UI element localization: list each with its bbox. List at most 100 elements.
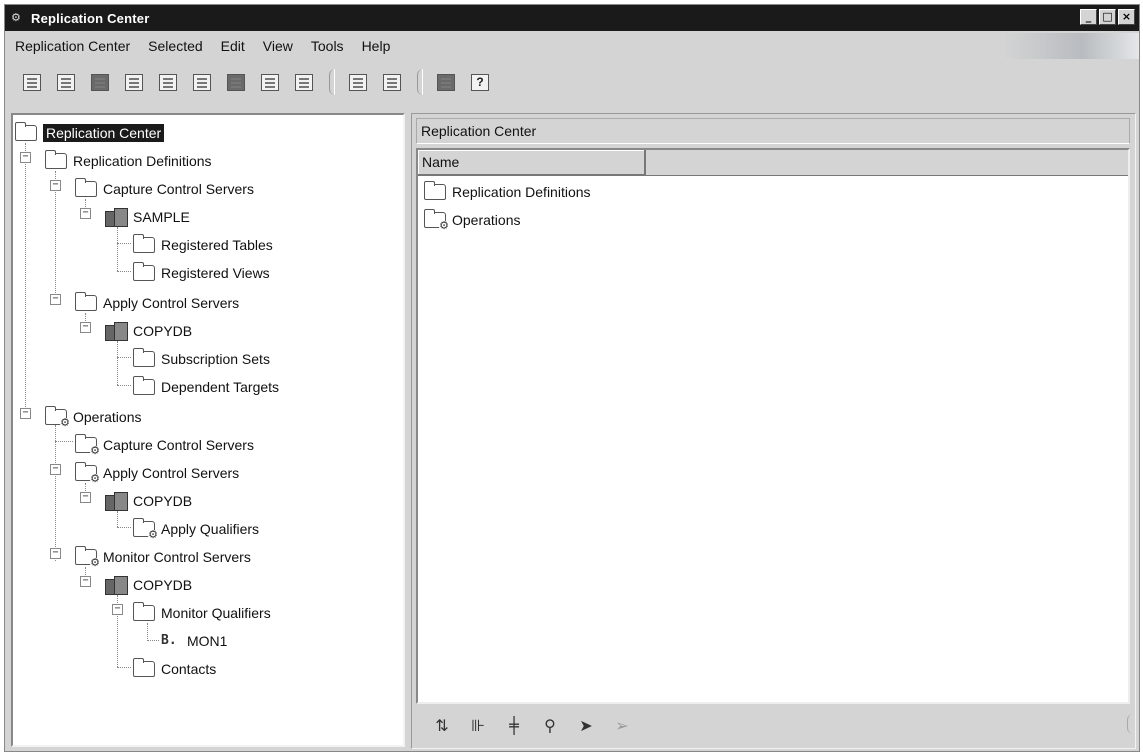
- tree-label: Monitor Control Servers: [103, 549, 251, 565]
- folder-gear-icon: [133, 518, 158, 541]
- collapse-toggle[interactable]: −: [80, 208, 91, 219]
- dialog-icon[interactable]: [291, 70, 317, 94]
- close-button[interactable]: ×: [1118, 9, 1135, 25]
- tree-label: Registered Views: [161, 265, 270, 281]
- monitor-icon[interactable]: [223, 70, 249, 94]
- tree-label: Contacts: [161, 661, 217, 677]
- tree-label: Capture Control Servers: [103, 437, 254, 453]
- tree-node[interactable]: SAMPLE: [105, 205, 190, 229]
- folder-gear-icon: [75, 462, 100, 485]
- tree-node[interactable]: Dependent Targets: [133, 375, 279, 399]
- monitor-qualifier-icon: B.: [161, 633, 177, 648]
- folder-gear-icon: [424, 209, 449, 232]
- column-header-name[interactable]: Name: [418, 150, 646, 175]
- title-bar[interactable]: ⚙ Replication Center _ □ ×: [5, 5, 1139, 31]
- collapse-toggle[interactable]: −: [80, 576, 91, 587]
- menu-replication-center[interactable]: Replication Center: [15, 38, 130, 54]
- tree-label: Subscription Sets: [161, 351, 270, 367]
- tree-node[interactable]: Apply Qualifiers: [133, 517, 259, 541]
- details-table[interactable]: Name Replication Definitions Operations: [416, 148, 1130, 704]
- filter-icon[interactable]: ⊪: [466, 714, 490, 738]
- tree-label: COPYDB: [133, 323, 193, 339]
- customize-columns-icon[interactable]: ╪: [502, 714, 526, 738]
- application-window: ⚙ Replication Center _ □ × Replication C…: [4, 4, 1140, 752]
- tree-label: Apply Control Servers: [103, 465, 240, 481]
- list-icon[interactable]: [189, 70, 215, 94]
- tree-node[interactable]: Registered Views: [133, 261, 270, 285]
- tree-node[interactable]: COPYDB: [105, 319, 192, 343]
- menu-tools[interactable]: Tools: [311, 38, 344, 54]
- folder-gear-icon: [75, 546, 100, 569]
- server-icon: [105, 492, 128, 511]
- tree-label: Replication Center: [43, 124, 165, 142]
- tree-label: Capture Control Servers: [103, 181, 254, 197]
- collapse-toggle[interactable]: −: [80, 492, 91, 503]
- tree-label: Dependent Targets: [161, 379, 280, 395]
- grid-left-icon[interactable]: [345, 70, 371, 94]
- collapse-toggle[interactable]: −: [20, 408, 31, 419]
- collapse-toggle[interactable]: −: [50, 464, 61, 475]
- help-icon[interactable]: ?: [467, 70, 493, 94]
- sort-icon[interactable]: ⇅: [430, 714, 454, 738]
- tree-node[interactable]: Contacts: [133, 657, 216, 681]
- menu-edit[interactable]: Edit: [221, 38, 245, 54]
- tree-node[interactable]: COPYDB: [105, 573, 192, 597]
- collapse-toggle[interactable]: −: [112, 604, 123, 615]
- menu-selected[interactable]: Selected: [148, 38, 202, 54]
- window-title: Replication Center: [31, 10, 150, 26]
- list-item-label: Operations: [452, 212, 521, 228]
- grid-right-icon[interactable]: [379, 70, 405, 94]
- collapse-toggle[interactable]: −: [50, 180, 61, 191]
- list-item[interactable]: Replication Definitions: [424, 180, 591, 204]
- app-icon: ⚙: [11, 12, 21, 24]
- folder-icon: [75, 292, 97, 311]
- collapse-toggle[interactable]: −: [50, 548, 61, 559]
- tree-node[interactable]: Apply Control Servers: [75, 461, 239, 485]
- details-pane: Replication Center Name Replication Defi…: [411, 113, 1136, 749]
- tree-label: Apply Control Servers: [103, 295, 240, 311]
- tree-node[interactable]: Monitor Control Servers: [75, 545, 251, 569]
- folder-icon: [133, 376, 155, 395]
- table-icon[interactable]: [155, 70, 181, 94]
- deselect-all-icon[interactable]: ➢: [610, 714, 634, 738]
- folder-icon: [15, 122, 37, 141]
- tree-label: SAMPLE: [133, 209, 190, 225]
- menu-view[interactable]: View: [263, 38, 293, 54]
- maximize-button[interactable]: □: [1099, 9, 1116, 25]
- object-tree[interactable]: − − − − − − − − − − − Replication Center…: [11, 113, 405, 747]
- collapse-toggle[interactable]: −: [20, 152, 31, 163]
- tree-node[interactable]: Operations: [45, 405, 141, 429]
- tree-label: Operations: [73, 409, 142, 425]
- tree-node[interactable]: Replication Definitions: [45, 149, 212, 173]
- tree-expand-icon[interactable]: [53, 70, 79, 94]
- server-icon: [105, 322, 128, 341]
- folder-icon: [45, 150, 67, 169]
- menu-help[interactable]: Help: [362, 38, 391, 54]
- pane-resize-handle[interactable]: [1127, 714, 1133, 734]
- tree-collapse-icon[interactable]: [19, 70, 45, 94]
- collapse-toggle[interactable]: −: [80, 322, 91, 333]
- tree-node[interactable]: Registered Tables: [133, 233, 273, 257]
- find-icon[interactable]: ⚲: [538, 714, 562, 738]
- clipboard-icon[interactable]: [121, 70, 147, 94]
- server-icon: [105, 576, 128, 595]
- launchpad-icon[interactable]: [87, 70, 113, 94]
- tree-root[interactable]: Replication Center: [15, 121, 165, 145]
- minimize-button[interactable]: _: [1080, 9, 1097, 25]
- tree-node[interactable]: Apply Control Servers: [75, 291, 239, 315]
- window-icon[interactable]: [257, 70, 283, 94]
- menu-bar: Replication Center Selected Edit View To…: [5, 33, 1139, 59]
- task-icon[interactable]: [433, 70, 459, 94]
- tree-node[interactable]: B. MON1: [161, 629, 227, 653]
- tree-node[interactable]: Capture Control Servers: [75, 177, 254, 201]
- select-all-icon[interactable]: ➤: [574, 714, 598, 738]
- tree-node[interactable]: COPYDB: [105, 489, 192, 513]
- list-item-label: Replication Definitions: [452, 184, 591, 200]
- tree-node[interactable]: Capture Control Servers: [75, 433, 254, 457]
- tree-node[interactable]: Subscription Sets: [133, 347, 270, 371]
- collapse-toggle[interactable]: −: [50, 294, 61, 305]
- list-item[interactable]: Operations: [424, 208, 520, 232]
- folder-icon: [133, 658, 155, 677]
- tree-node[interactable]: Monitor Qualifiers: [133, 601, 271, 625]
- server-icon: [105, 208, 128, 227]
